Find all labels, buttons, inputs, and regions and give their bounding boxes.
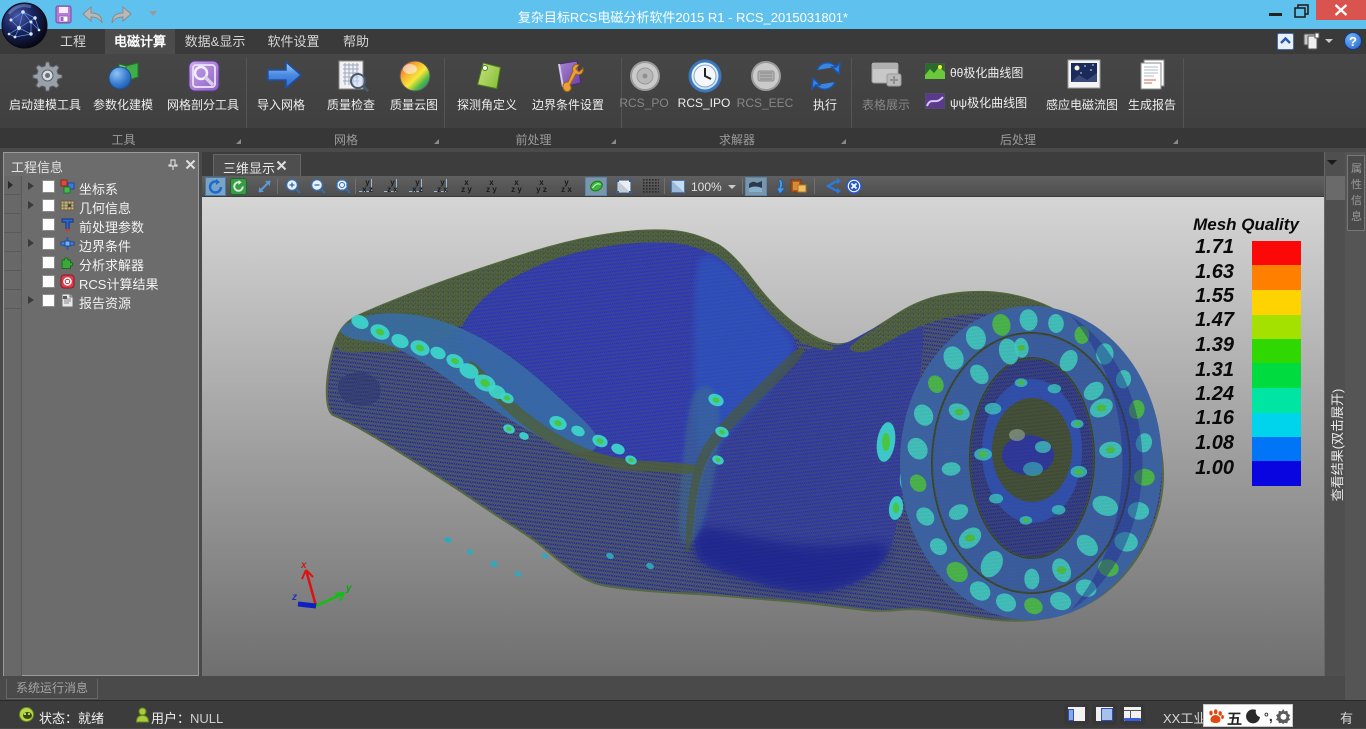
svg-text:z: z xyxy=(291,592,297,603)
svg-text:x: x xyxy=(300,560,307,571)
svg-text:y: y xyxy=(345,583,352,594)
